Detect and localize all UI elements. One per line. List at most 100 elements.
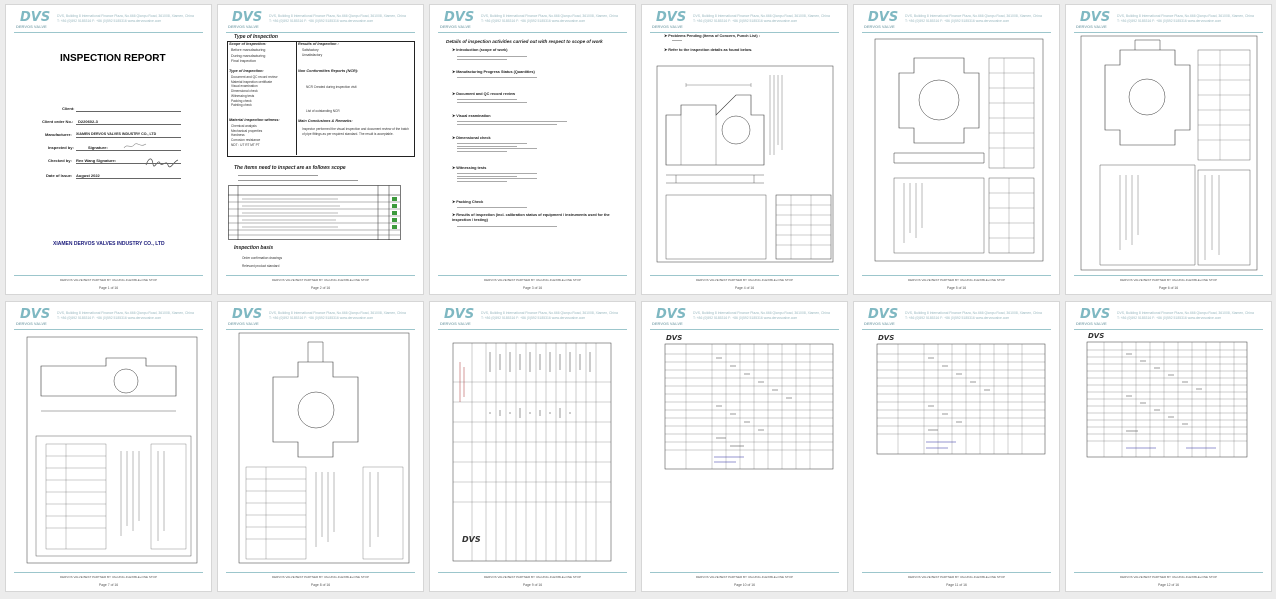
page-8[interactable]: DVS DERVOS VALVE DVS, Building 8 Interna… bbox=[218, 302, 423, 591]
logo-subtitle: DERVOS VALVE bbox=[1076, 24, 1107, 29]
page-5[interactable]: DVS DERVOS VALVE DVS, Building 8 Interna… bbox=[854, 5, 1059, 294]
basis-list: Order confirmation drawings Relevant prod… bbox=[242, 256, 283, 268]
header-rule bbox=[226, 32, 415, 33]
page-header: DVS DERVOS VALVE DVS, Building 8 Interna… bbox=[1066, 5, 1271, 33]
header-address: DVS, Building 8 International Finance Pl… bbox=[905, 14, 1042, 23]
page-7[interactable]: DVS DERVOS VALVE DVS, Building 8 Interna… bbox=[6, 302, 211, 591]
field-checked-line bbox=[76, 163, 181, 164]
conclusions-heading: Main Conclusions & Remarks: bbox=[298, 119, 353, 123]
report-title: INSPECTION REPORT bbox=[60, 53, 166, 64]
page-header: DVS DERVOS VALVE DVS, Building 8 Interna… bbox=[642, 5, 847, 33]
field-order-label: Client order No.: bbox=[42, 119, 74, 124]
header-rule bbox=[438, 32, 627, 33]
page-1[interactable]: DVS DERVOS VALVE DVS, Building 8 Interna… bbox=[6, 5, 211, 294]
footer-rule bbox=[650, 275, 839, 276]
header-rule bbox=[438, 329, 627, 330]
footer-rule bbox=[862, 275, 1051, 276]
field-manufacturer-label: Manufacturer: bbox=[45, 132, 72, 137]
header-address: DVS, Building 8 International Finance Pl… bbox=[481, 14, 618, 23]
page-number: Page 7 of 16 bbox=[98, 583, 119, 587]
page-2[interactable]: DVS DERVOS VALVE DVS, Building 8 Interna… bbox=[218, 5, 423, 294]
logo-subtitle: DERVOS VALVE bbox=[228, 24, 259, 29]
scanned-test-record: DVS bbox=[664, 334, 834, 470]
page-4[interactable]: DVS DERVOS VALVE DVS, Building 8 Interna… bbox=[642, 5, 847, 294]
page-header: DVS DERVOS VALVE DVS, Building 8 Interna… bbox=[218, 302, 423, 330]
footer-text: DERVOS VALVE BEST PARTNER BY VALUING-FLE… bbox=[484, 278, 581, 282]
rotated-test-record: DVS bbox=[452, 342, 612, 562]
dvs-logo: DVS bbox=[20, 307, 51, 322]
details-heading: Details of inspection activities carried… bbox=[446, 39, 603, 44]
svg-text:DVS: DVS bbox=[462, 535, 481, 544]
pending-line bbox=[672, 40, 682, 41]
footer-rule bbox=[1074, 572, 1263, 573]
footer-rule bbox=[438, 572, 627, 573]
page-header: DVS DERVOS VALVE DVS, Building 8 Interna… bbox=[6, 302, 211, 330]
dvs-logo: DVS bbox=[1080, 10, 1111, 25]
handwritten-signature bbox=[145, 158, 179, 168]
footer-rule bbox=[862, 572, 1051, 573]
field-date-line bbox=[76, 178, 181, 179]
footer-text: DERVOS VALVE BEST PARTNER BY VALUING-FLE… bbox=[484, 575, 581, 579]
header-address: DVS, Building 8 International Finance Pl… bbox=[693, 311, 830, 320]
page-header: DVS DERVOS VALVE DVS, Building 8 Interna… bbox=[854, 5, 1059, 33]
scope-items-table bbox=[228, 185, 401, 240]
field-manufacturer-value: XIAMEN DERVOS VALVES INDUSTRY CO., LTD bbox=[76, 132, 157, 136]
footer-text: DERVOS VALVE BEST PARTNER BY VALUING-FLE… bbox=[272, 575, 369, 579]
footer-text: DERVOS VALVE BEST PARTNER BY VALUING-FLE… bbox=[60, 278, 157, 282]
header-address: DVS, Building 8 International Finance Pl… bbox=[1117, 14, 1254, 23]
type-heading-2: Type of Inspection: bbox=[229, 69, 264, 73]
page-6[interactable]: DVS DERVOS VALVE DVS, Building 8 Interna… bbox=[1066, 5, 1271, 294]
footer-rule bbox=[438, 275, 627, 276]
type-list: Document and QC record review Material in… bbox=[231, 75, 278, 108]
page-header: DVS DERVOS VALVE DVS, Building 8 Interna… bbox=[430, 5, 635, 33]
page-number: Page 5 of 16 bbox=[946, 286, 967, 290]
logo-subtitle: DERVOS VALVE bbox=[16, 321, 47, 326]
header-rule bbox=[862, 32, 1051, 33]
dvs-logo: DVS bbox=[1080, 307, 1111, 322]
page-number: Page 6 of 16 bbox=[1158, 286, 1179, 290]
logo-subtitle: DERVOS VALVE bbox=[652, 321, 683, 326]
header-rule bbox=[14, 32, 203, 33]
dvs-logo: DVS bbox=[444, 307, 475, 322]
page-9[interactable]: DVS DERVOS VALVE DVS, Building 8 Interna… bbox=[430, 302, 635, 591]
dvs-logo: DVS bbox=[232, 10, 263, 25]
footer-text: DERVOS VALVE BEST PARTNER BY VALUING-FLE… bbox=[1120, 278, 1217, 282]
logo-subtitle: DERVOS VALVE bbox=[228, 321, 259, 326]
dvs-logo: DVS bbox=[656, 307, 687, 322]
page-12[interactable]: DVS DERVOS VALVE DVS, Building 8 Interna… bbox=[1066, 302, 1271, 591]
valve-drawing bbox=[874, 38, 1044, 262]
footer-rule bbox=[1074, 275, 1263, 276]
field-checked-label: Checked by: bbox=[48, 158, 72, 163]
logo-subtitle: DERVOS VALVE bbox=[1076, 321, 1107, 326]
field-manufacturer-line bbox=[76, 137, 181, 138]
page-number: Page 11 of 16 bbox=[946, 583, 967, 587]
dvs-logo: DVS bbox=[868, 10, 899, 25]
field-client-line bbox=[76, 111, 181, 112]
scanned-test-record: DVS bbox=[1086, 332, 1248, 458]
logo-subtitle: DERVOS VALVE bbox=[864, 24, 895, 29]
page-header: DVS DERVOS VALVE DVS, Building 8 Interna… bbox=[218, 5, 423, 33]
logo-subtitle: DERVOS VALVE bbox=[864, 321, 895, 326]
svg-text:DVS: DVS bbox=[878, 334, 894, 342]
page-number: Page 3 of 16 bbox=[522, 286, 543, 290]
footer-text: DERVOS VALVE BEST PARTNER BY VALUING-FLE… bbox=[60, 575, 157, 579]
valve-drawing bbox=[238, 332, 410, 564]
footer-rule bbox=[226, 275, 415, 276]
page-number: Page 1 of 16 bbox=[98, 286, 119, 290]
page-header: DVS DERVOS VALVE DVS, Building 8 Interna… bbox=[854, 302, 1059, 330]
page-number: Page 10 of 16 bbox=[733, 583, 756, 587]
ncr-list: NCR Created during inspection visit List … bbox=[306, 85, 357, 113]
field-client-label: Client: bbox=[62, 106, 75, 111]
page-number: Page 4 of 16 bbox=[734, 286, 755, 290]
header-address: DVS, Building 8 International Finance Pl… bbox=[693, 14, 830, 23]
footer-text: DERVOS VALVE BEST PARTNER BY VALUING-FLE… bbox=[272, 278, 369, 282]
page-header: DVS DERVOS VALVE DVS, Building 8 Interna… bbox=[1066, 302, 1271, 330]
footer-text: DERVOS VALVE BEST PARTNER BY VALUING-FLE… bbox=[696, 575, 793, 579]
scope-text-line bbox=[238, 180, 358, 181]
header-address: DVS, Building 8 International Finance Pl… bbox=[57, 14, 194, 23]
page-10[interactable]: DVS DERVOS VALVE DVS, Building 8 Interna… bbox=[642, 302, 847, 591]
page-11[interactable]: DVS DERVOS VALVE DVS, Building 8 Interna… bbox=[854, 302, 1059, 591]
valve-drawing bbox=[1080, 35, 1258, 271]
cover-company: XIAMEN DERVOS VALVES INDUSTRY CO., LTD bbox=[53, 241, 165, 247]
page-3[interactable]: DVS DERVOS VALVE DVS, Building 8 Interna… bbox=[430, 5, 635, 294]
